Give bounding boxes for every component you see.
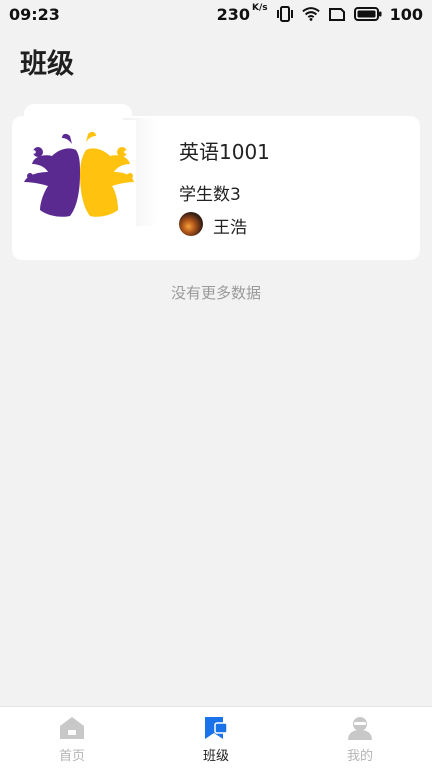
class-cover-image[interactable] (22, 120, 136, 228)
status-indicators: 230 K/s 100 (216, 2, 423, 24)
home-icon (60, 717, 84, 739)
status-time: 09:23 (9, 4, 60, 24)
vibrate-icon (276, 6, 294, 22)
class-name: 英语1001 (179, 140, 270, 164)
bottom-nav: 首页 班级 我的 (0, 706, 432, 768)
battery-icon (353, 6, 382, 22)
student-count: 学生数3 (179, 185, 241, 205)
teacher-avatar (179, 212, 203, 236)
sim-icon (328, 6, 346, 22)
nav-item-home[interactable]: 首页 (0, 707, 144, 768)
page-title: 班级 (20, 49, 74, 80)
class-icon (205, 717, 228, 739)
status-bar: 09:23 230 K/s 100 (0, 0, 432, 28)
battery-level: 100 (389, 4, 423, 24)
butterfly-logo (24, 131, 134, 217)
network-speed: 230 K/s (216, 2, 268, 24)
no-more-data-text: 没有更多数据 (170, 284, 261, 302)
profile-icon (348, 717, 372, 740)
wifi-icon (301, 6, 320, 22)
nav-item-profile[interactable]: 我的 (288, 707, 432, 768)
teacher-name: 王浩 (213, 218, 247, 238)
nav-item-class[interactable]: 班级 (144, 707, 288, 768)
